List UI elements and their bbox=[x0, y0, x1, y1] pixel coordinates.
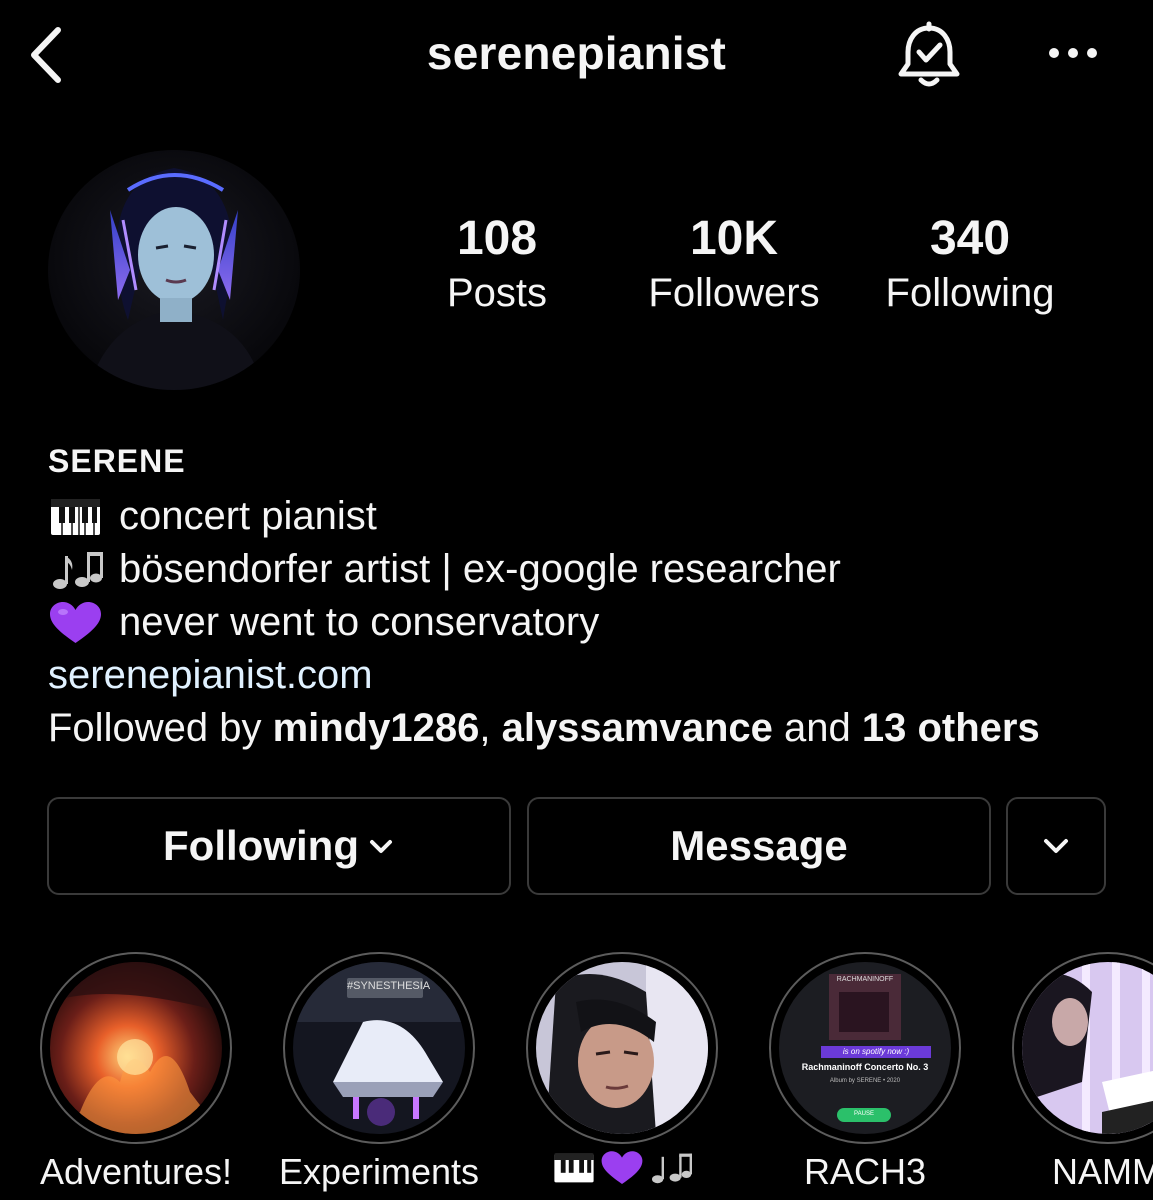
highlight-piano-heart-notes[interactable] bbox=[526, 952, 718, 1144]
highlight-rach3[interactable]: RACHMANINOFF is on spotify now :) Rachma… bbox=[769, 952, 961, 1144]
following-label: Following bbox=[885, 271, 1055, 315]
follower-link[interactable]: alyssamvance bbox=[502, 706, 773, 750]
highlight-label[interactable]: Adventures! bbox=[6, 1150, 266, 1194]
posts-count[interactable]: 108 Posts bbox=[377, 210, 617, 318]
highlight-cover-sticker: is on spotify now :) bbox=[842, 1047, 910, 1056]
followed-by-others[interactable]: 13 others bbox=[862, 706, 1040, 750]
bio-line: concert pianist bbox=[48, 490, 1128, 543]
followed-by-prefix: Followed by bbox=[48, 706, 273, 750]
highlight-cover bbox=[50, 962, 222, 1134]
highlight-experiments[interactable]: #SYNESTHESIA bbox=[283, 952, 475, 1144]
highlight-namm[interactable] bbox=[1012, 952, 1153, 1144]
bio-line: never went to conservatory bbox=[48, 596, 1128, 649]
chevron-down-icon bbox=[1044, 839, 1068, 853]
bio-line: bösendorfer artist | ex-google researche… bbox=[48, 543, 1128, 596]
piano-icon bbox=[554, 1153, 594, 1183]
more-horizontal-icon bbox=[1049, 48, 1097, 58]
followed-by-and: and bbox=[772, 706, 862, 750]
highlight-cover-sub: Album by SERENE • 2020 bbox=[829, 1078, 901, 1084]
posts-value: 108 bbox=[456, 212, 538, 265]
profile-bio: SERENE concert pianist bösendorfer artis… bbox=[48, 440, 1128, 755]
highlight-cover: RACHMANINOFF is on spotify now :) Rachma… bbox=[779, 962, 951, 1134]
chevron-down-icon bbox=[369, 840, 392, 853]
following-value: 340 bbox=[929, 212, 1011, 265]
piano-icon bbox=[48, 495, 103, 539]
message-button[interactable]: Message bbox=[527, 797, 991, 895]
music-notes-icon bbox=[652, 1153, 692, 1184]
notifications-button[interactable] bbox=[893, 20, 965, 92]
highlight-cover bbox=[1022, 962, 1153, 1134]
purple-heart-icon bbox=[48, 601, 103, 645]
more-options-button[interactable] bbox=[1044, 38, 1102, 68]
bio-line-text: never went to conservatory bbox=[119, 600, 600, 644]
purple-heart-icon bbox=[601, 1151, 643, 1184]
highlight-adventures[interactable] bbox=[40, 952, 232, 1144]
bio-line-text: concert pianist bbox=[119, 494, 377, 538]
bell-check-icon bbox=[898, 21, 960, 87]
highlight-label[interactable] bbox=[492, 1150, 752, 1186]
display-name: SERENE bbox=[48, 443, 186, 479]
profile-avatar[interactable] bbox=[48, 150, 300, 390]
highlight-label[interactable]: Experiments bbox=[249, 1150, 509, 1194]
website-link[interactable]: serenepianist.com bbox=[48, 649, 1128, 702]
posts-label: Posts bbox=[446, 271, 548, 315]
music-notes-icon bbox=[48, 548, 103, 592]
followers-count[interactable]: 10K Followers bbox=[614, 210, 854, 318]
highlight-cover: #SYNESTHESIA bbox=[293, 962, 465, 1134]
bio-line-text: bösendorfer artist | ex-google researche… bbox=[119, 547, 841, 591]
highlight-label[interactable]: RACH3 bbox=[735, 1150, 995, 1194]
highlight-label[interactable]: NAMM bbox=[960, 1150, 1153, 1194]
profile-username: serenepianist bbox=[426, 27, 727, 79]
followed-by[interactable]: Followed by mindy1286, alyssamvance and … bbox=[48, 702, 1128, 755]
highlight-cover-song: Rachmaninoff Concerto No. 3 bbox=[801, 1062, 929, 1072]
follower-link[interactable]: mindy1286 bbox=[273, 706, 480, 750]
highlight-cover-button: PAUSE bbox=[854, 1111, 874, 1117]
following-button[interactable]: Following bbox=[47, 797, 511, 895]
following-button-label: Following bbox=[163, 822, 359, 869]
highlight-cover bbox=[536, 962, 708, 1134]
highlight-cover-text: #SYNESTHESIA bbox=[347, 980, 431, 992]
highlight-cover-title: RACHMANINOFF bbox=[836, 976, 894, 983]
followers-value: 10K bbox=[689, 212, 779, 265]
message-button-label: Message bbox=[670, 822, 848, 869]
followed-by-sep: , bbox=[479, 706, 502, 750]
avatar-photo bbox=[48, 150, 300, 390]
following-count[interactable]: 340 Following bbox=[850, 210, 1090, 318]
followers-label: Followers bbox=[648, 271, 820, 315]
suggested-accounts-button[interactable] bbox=[1006, 797, 1106, 895]
